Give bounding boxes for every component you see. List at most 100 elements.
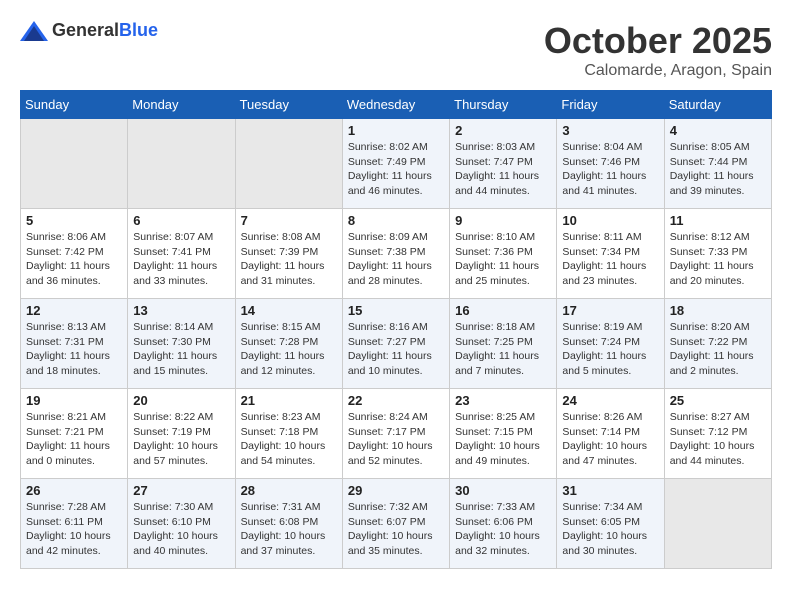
calendar-cell: 10 Sunrise: 8:11 AM Sunset: 7:34 PM Dayli… bbox=[557, 209, 664, 299]
cell-info: Sunrise: 8:20 AM Sunset: 7:22 PM Dayligh… bbox=[670, 320, 766, 379]
cell-info: Sunrise: 7:32 AM Sunset: 6:07 PM Dayligh… bbox=[348, 500, 444, 559]
day-number: 5 bbox=[26, 213, 122, 228]
calendar-cell bbox=[235, 119, 342, 209]
week-row-4: 19 Sunrise: 8:21 AM Sunset: 7:21 PM Dayli… bbox=[21, 389, 772, 479]
week-row-3: 12 Sunrise: 8:13 AM Sunset: 7:31 PM Dayli… bbox=[21, 299, 772, 389]
title-area: October 2025 Calomarde, Aragon, Spain bbox=[544, 20, 772, 80]
day-number: 19 bbox=[26, 393, 122, 408]
calendar-cell: 9 Sunrise: 8:10 AM Sunset: 7:36 PM Daylig… bbox=[450, 209, 557, 299]
cell-info: Sunrise: 8:22 AM Sunset: 7:19 PM Dayligh… bbox=[133, 410, 229, 469]
cell-info: Sunrise: 8:02 AM Sunset: 7:49 PM Dayligh… bbox=[348, 140, 444, 199]
header-wednesday: Wednesday bbox=[342, 91, 449, 119]
calendar-cell: 12 Sunrise: 8:13 AM Sunset: 7:31 PM Dayli… bbox=[21, 299, 128, 389]
calendar-cell: 6 Sunrise: 8:07 AM Sunset: 7:41 PM Daylig… bbox=[128, 209, 235, 299]
logo-icon bbox=[20, 21, 48, 41]
day-number: 2 bbox=[455, 123, 551, 138]
location-title: Calomarde, Aragon, Spain bbox=[544, 62, 772, 80]
calendar-cell: 8 Sunrise: 8:09 AM Sunset: 7:38 PM Daylig… bbox=[342, 209, 449, 299]
day-number: 30 bbox=[455, 483, 551, 498]
day-number: 26 bbox=[26, 483, 122, 498]
cell-info: Sunrise: 7:33 AM Sunset: 6:06 PM Dayligh… bbox=[455, 500, 551, 559]
calendar-cell: 24Sunrise: 8:26 AM Sunset: 7:14 PM Dayli… bbox=[557, 389, 664, 479]
cell-info: Sunrise: 8:25 AM Sunset: 7:15 PM Dayligh… bbox=[455, 410, 551, 469]
day-number: 8 bbox=[348, 213, 444, 228]
calendar-table: SundayMondayTuesdayWednesdayThursdayFrid… bbox=[20, 90, 772, 569]
day-number: 15 bbox=[348, 303, 444, 318]
header-saturday: Saturday bbox=[664, 91, 771, 119]
cell-info: Sunrise: 8:27 AM Sunset: 7:12 PM Dayligh… bbox=[670, 410, 766, 469]
day-number: 21 bbox=[241, 393, 337, 408]
day-number: 17 bbox=[562, 303, 658, 318]
cell-info: Sunrise: 7:28 AM Sunset: 6:11 PM Dayligh… bbox=[26, 500, 122, 559]
day-number: 25 bbox=[670, 393, 766, 408]
header-thursday: Thursday bbox=[450, 91, 557, 119]
cell-info: Sunrise: 8:03 AM Sunset: 7:47 PM Dayligh… bbox=[455, 140, 551, 199]
calendar-cell: 26 Sunrise: 7:28 AM Sunset: 6:11 PM Dayli… bbox=[21, 479, 128, 569]
cell-info: Sunrise: 8:04 AM Sunset: 7:46 PM Dayligh… bbox=[562, 140, 658, 199]
day-number: 18 bbox=[670, 303, 766, 318]
day-number: 1 bbox=[348, 123, 444, 138]
header-row: SundayMondayTuesdayWednesdayThursdayFrid… bbox=[21, 91, 772, 119]
cell-info: Sunrise: 8:10 AM Sunset: 7:36 PM Dayligh… bbox=[455, 230, 551, 289]
calendar-cell: 19 Sunrise: 8:21 AM Sunset: 7:21 PM Dayli… bbox=[21, 389, 128, 479]
cell-info: Sunrise: 7:34 AM Sunset: 6:05 PM Dayligh… bbox=[562, 500, 658, 559]
day-number: 11 bbox=[670, 213, 766, 228]
cell-info: Sunrise: 8:14 AM Sunset: 7:30 PM Dayligh… bbox=[133, 320, 229, 379]
calendar-cell: 23 Sunrise: 8:25 AM Sunset: 7:15 PM Dayli… bbox=[450, 389, 557, 479]
day-number: 14 bbox=[241, 303, 337, 318]
calendar-cell: 5 Sunrise: 8:06 AM Sunset: 7:42 PM Daylig… bbox=[21, 209, 128, 299]
calendar-cell: 30 Sunrise: 7:33 AM Sunset: 6:06 PM Dayli… bbox=[450, 479, 557, 569]
cell-info: Sunrise: 8:19 AM Sunset: 7:24 PM Dayligh… bbox=[562, 320, 658, 379]
calendar-cell bbox=[21, 119, 128, 209]
header-tuesday: Tuesday bbox=[235, 91, 342, 119]
cell-info: Sunrise: 7:31 AM Sunset: 6:08 PM Dayligh… bbox=[241, 500, 337, 559]
cell-info: Sunrise: 8:09 AM Sunset: 7:38 PM Dayligh… bbox=[348, 230, 444, 289]
day-number: 23 bbox=[455, 393, 551, 408]
calendar-cell: 15 Sunrise: 8:16 AM Sunset: 7:27 PM Dayli… bbox=[342, 299, 449, 389]
calendar-cell: 16Sunrise: 8:18 AM Sunset: 7:25 PM Dayli… bbox=[450, 299, 557, 389]
calendar-cell: 2 Sunrise: 8:03 AM Sunset: 7:47 PM Daylig… bbox=[450, 119, 557, 209]
cell-info: Sunrise: 8:24 AM Sunset: 7:17 PM Dayligh… bbox=[348, 410, 444, 469]
calendar-cell: 31 Sunrise: 7:34 AM Sunset: 6:05 PM Dayli… bbox=[557, 479, 664, 569]
day-number: 13 bbox=[133, 303, 229, 318]
calendar-cell: 27 Sunrise: 7:30 AM Sunset: 6:10 PM Dayli… bbox=[128, 479, 235, 569]
cell-info: Sunrise: 8:06 AM Sunset: 7:42 PM Dayligh… bbox=[26, 230, 122, 289]
calendar-cell: 22 Sunrise: 8:24 AM Sunset: 7:17 PM Dayli… bbox=[342, 389, 449, 479]
cell-info: Sunrise: 8:12 AM Sunset: 7:33 PM Dayligh… bbox=[670, 230, 766, 289]
calendar-cell: 28 Sunrise: 7:31 AM Sunset: 6:08 PM Dayli… bbox=[235, 479, 342, 569]
day-number: 27 bbox=[133, 483, 229, 498]
calendar-cell: 1 Sunrise: 8:02 AM Sunset: 7:49 PM Daylig… bbox=[342, 119, 449, 209]
day-number: 29 bbox=[348, 483, 444, 498]
day-number: 20 bbox=[133, 393, 229, 408]
cell-info: Sunrise: 8:18 AM Sunset: 7:25 PM Dayligh… bbox=[455, 320, 551, 379]
day-number: 3 bbox=[562, 123, 658, 138]
month-title: October 2025 bbox=[544, 20, 772, 62]
logo-blue-text: Blue bbox=[119, 20, 158, 40]
header-friday: Friday bbox=[557, 91, 664, 119]
cell-info: Sunrise: 8:11 AM Sunset: 7:34 PM Dayligh… bbox=[562, 230, 658, 289]
cell-info: Sunrise: 8:07 AM Sunset: 7:41 PM Dayligh… bbox=[133, 230, 229, 289]
calendar-cell: 3 Sunrise: 8:04 AM Sunset: 7:46 PM Daylig… bbox=[557, 119, 664, 209]
calendar-cell bbox=[128, 119, 235, 209]
day-number: 9 bbox=[455, 213, 551, 228]
cell-info: Sunrise: 7:30 AM Sunset: 6:10 PM Dayligh… bbox=[133, 500, 229, 559]
day-number: 22 bbox=[348, 393, 444, 408]
calendar-cell: 7 Sunrise: 8:08 AM Sunset: 7:39 PM Daylig… bbox=[235, 209, 342, 299]
week-row-2: 5 Sunrise: 8:06 AM Sunset: 7:42 PM Daylig… bbox=[21, 209, 772, 299]
day-number: 6 bbox=[133, 213, 229, 228]
header-monday: Monday bbox=[128, 91, 235, 119]
day-number: 12 bbox=[26, 303, 122, 318]
day-number: 28 bbox=[241, 483, 337, 498]
cell-info: Sunrise: 8:21 AM Sunset: 7:21 PM Dayligh… bbox=[26, 410, 122, 469]
cell-info: Sunrise: 8:13 AM Sunset: 7:31 PM Dayligh… bbox=[26, 320, 122, 379]
calendar-cell: 4Sunrise: 8:05 AM Sunset: 7:44 PM Daylig… bbox=[664, 119, 771, 209]
day-number: 31 bbox=[562, 483, 658, 498]
logo: GeneralBlue bbox=[20, 20, 158, 41]
cell-info: Sunrise: 8:23 AM Sunset: 7:18 PM Dayligh… bbox=[241, 410, 337, 469]
day-number: 7 bbox=[241, 213, 337, 228]
cell-info: Sunrise: 8:08 AM Sunset: 7:39 PM Dayligh… bbox=[241, 230, 337, 289]
week-row-5: 26 Sunrise: 7:28 AM Sunset: 6:11 PM Dayli… bbox=[21, 479, 772, 569]
cell-info: Sunrise: 8:15 AM Sunset: 7:28 PM Dayligh… bbox=[241, 320, 337, 379]
day-number: 10 bbox=[562, 213, 658, 228]
cell-info: Sunrise: 8:16 AM Sunset: 7:27 PM Dayligh… bbox=[348, 320, 444, 379]
